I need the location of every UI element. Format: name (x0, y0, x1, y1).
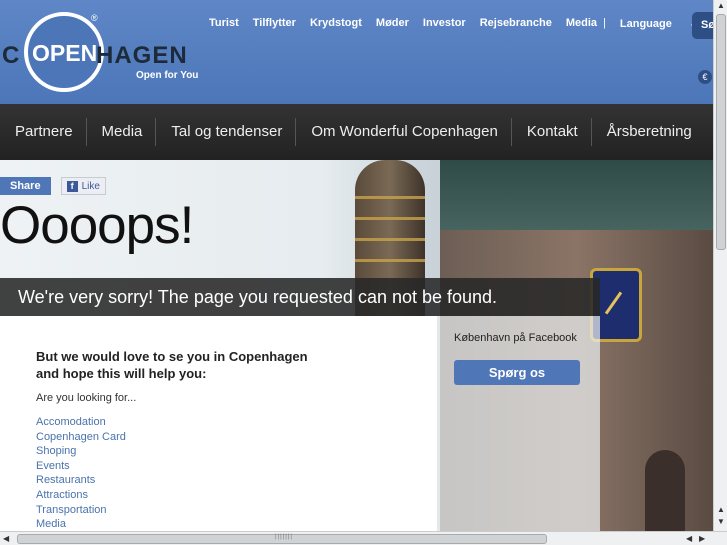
topnav-media[interactable]: Media (566, 17, 597, 30)
topnav-investor[interactable]: Investor (423, 17, 466, 30)
top-navigation: Turist Tilflytter Krydstogt Møder Invest… (209, 17, 726, 30)
intro-line-1: But we would love to se you in Copenhage… (36, 349, 308, 364)
share-button[interactable]: Share (0, 177, 51, 195)
scroll-left-icon-end[interactable]: ◀ (686, 534, 692, 543)
topnav-separator: | (603, 17, 606, 29)
link-accomodation[interactable]: Accomodation (36, 415, 126, 430)
topnav-krydstogt[interactable]: Krydstogt (310, 17, 362, 30)
like-label: Like (81, 180, 100, 192)
copenhagen-logo[interactable]: C OPEN HAGEN ® Open for You (2, 12, 202, 92)
content-panel: But we would love to se you in Copenhage… (0, 316, 437, 531)
nav-media[interactable]: Media (87, 118, 157, 146)
link-transportation[interactable]: Transportation (36, 503, 126, 518)
main-navigation: Partnere Media Tal og tendenser Om Wonde… (0, 104, 713, 160)
logo-tagline: Open for You (136, 70, 199, 81)
scroll-up-icon[interactable]: ▲ (716, 1, 726, 11)
link-restaurants[interactable]: Restaurants (36, 473, 126, 488)
registered-mark: ® (91, 13, 98, 23)
topnav-moder[interactable]: Møder (376, 17, 409, 30)
scroll-up-icon-bottom[interactable]: ▲ (716, 505, 726, 515)
nav-partnere[interactable]: Partnere (0, 118, 87, 146)
link-attractions[interactable]: Attractions (36, 488, 126, 503)
topnav-turist[interactable]: Turist (209, 17, 239, 30)
link-shoping[interactable]: Shoping (36, 444, 126, 459)
facebook-like-button[interactable]: f Like (60, 177, 106, 195)
vertical-scroll-thumb[interactable] (716, 14, 726, 250)
helpful-links-list: Accomodation Copenhagen Card Shoping Eve… (36, 415, 126, 532)
arch-window (645, 450, 685, 531)
social-buttons: Share f Like (0, 177, 106, 195)
page-title: Oooops! (0, 196, 194, 255)
looking-for-label: Are you looking for... (36, 392, 137, 404)
scroll-left-icon[interactable]: ◀ (3, 534, 9, 543)
vertical-scrollbar[interactable]: ▲ ▲ ▼ (713, 0, 727, 531)
nav-kontakt[interactable]: Kontakt (512, 118, 592, 146)
ask-us-button[interactable]: Spørg os (454, 360, 580, 385)
facebook-sidebar: København på Facebook Spørg os (437, 316, 600, 531)
link-events[interactable]: Events (36, 459, 126, 474)
nav-tal-og-tendenser[interactable]: Tal og tendenser (156, 118, 297, 146)
topnav-rejsebranche[interactable]: Rejsebranche (480, 17, 552, 30)
scroll-grip: ||||||| (275, 534, 293, 540)
nav-om-wonderful-copenhagen[interactable]: Om Wonderful Copenhagen (296, 118, 512, 146)
error-message-bar: We're very sorry! The page you requested… (0, 278, 600, 316)
intro-heading: But we would love to se you in Copenhage… (36, 348, 336, 382)
language-label: Language (619, 18, 672, 30)
logo-open-text: OPEN (32, 40, 98, 66)
currency-icon[interactable]: € (698, 70, 712, 84)
horizontal-scrollbar[interactable]: ◀ ||||||| ◀ ▶ (0, 531, 727, 545)
tower-detail (355, 180, 425, 280)
facebook-label[interactable]: København på Facebook (454, 332, 577, 344)
link-media[interactable]: Media (36, 517, 126, 532)
logo-hagen-text: HAGEN (96, 42, 188, 69)
nav-arsberetning[interactable]: Årsberetning (592, 118, 705, 146)
facebook-icon: f (66, 180, 78, 192)
scroll-down-icon[interactable]: ▼ (716, 517, 726, 527)
link-copenhagen-card[interactable]: Copenhagen Card (36, 430, 126, 445)
scroll-right-icon[interactable]: ▶ (699, 534, 705, 543)
intro-line-2: and hope this will help you: (36, 366, 207, 381)
logo-letter-c: C (2, 42, 21, 69)
error-message: We're very sorry! The page you requested… (18, 287, 498, 307)
topnav-tilflytter[interactable]: Tilflytter (253, 17, 296, 30)
site-header: C OPEN HAGEN ® Open for You Turist Tilfl… (0, 0, 722, 104)
